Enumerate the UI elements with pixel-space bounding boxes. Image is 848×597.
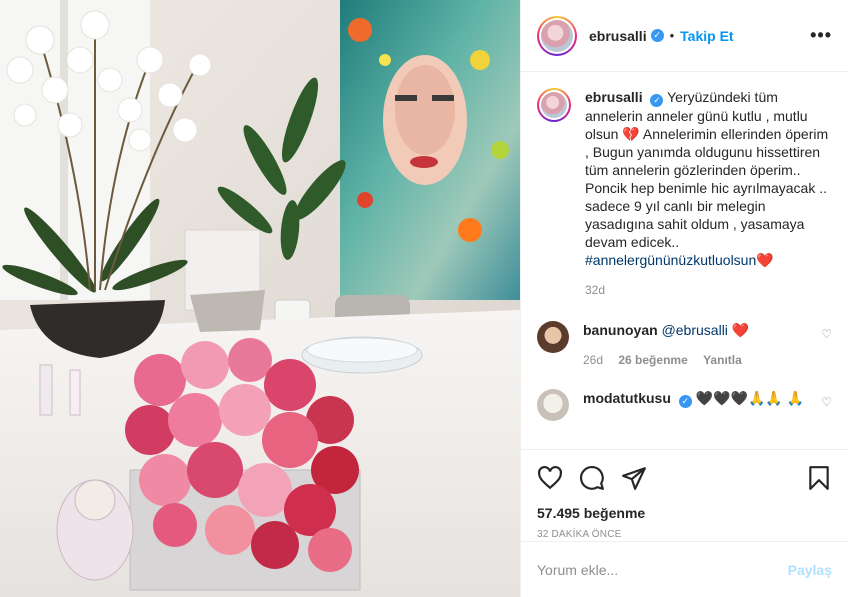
caption-age[interactable]: 32d [585,283,605,297]
author-avatar[interactable] [537,15,577,56]
post-header: ebrusalli ✓ • Takip Et ••• [521,0,848,72]
caption-meta: 32d [585,281,832,299]
follow-button[interactable]: Takip Et [680,28,733,44]
caption-avatar[interactable] [537,88,571,122]
comment-likes[interactable]: 26 beğenme [618,353,687,367]
post-comment-button[interactable]: Paylaş [788,562,832,578]
red-heart-emoji: ❤️ [756,252,774,268]
add-comment-bar: Paylaş [521,541,848,597]
commenter-avatar[interactable] [537,321,569,353]
verified-badge-icon: ✓ [650,29,664,42]
caption-username[interactable]: ebrusalli [585,89,643,105]
post-photo-illustration [0,0,520,597]
heart-icon[interactable] [537,465,563,491]
comments-list[interactable]: ebrusalli ✓ Yeryüzündeki tüm annelerin a… [521,72,848,449]
post-photo[interactable] [0,0,520,597]
share-icon[interactable] [621,465,647,491]
separator-dot: • [669,28,675,43]
commenter-avatar[interactable] [537,389,569,421]
caption-text-part-2: Annelerimin ellerinden öperim , Bugun ya… [585,126,829,250]
comment-icon[interactable] [579,465,605,491]
comment-text: 🖤🖤🖤🙏🙏 🙏 [695,390,805,406]
comment-like-heart-icon[interactable]: ♡ [821,327,832,341]
verified-badge-icon: ✓ [650,94,664,107]
verified-badge-icon: ✓ [678,395,692,408]
comment-heart-emoji: ❤️ [731,322,750,338]
comment-input[interactable] [537,561,788,578]
post-side-panel: ebrusalli ✓ • Takip Et ••• ebrusalli ✓ Y… [520,0,848,597]
post-timestamp[interactable]: 32 DAKİKA ÖNCE [521,521,848,540]
comment-mention[interactable]: @ebrusalli [662,322,728,338]
comment-item: banunoyan @ebrusalli ❤️ 26d 26 beğenme Y… [537,321,832,369]
action-bar [521,449,848,505]
comment-age[interactable]: 26d [583,353,603,367]
author-username[interactable]: ebrusalli [589,28,647,44]
caption: ebrusalli ✓ Yeryüzündeki tüm annelerin a… [537,88,832,299]
caption-hashtag[interactable]: #annelergününüzkutluolsun [585,252,756,268]
comment-like-heart-icon[interactable]: ♡ [821,395,832,409]
comment-username[interactable]: banunoyan [583,322,658,338]
bookmark-icon[interactable] [806,465,832,491]
comment-meta: 26d 26 beğenme Yanıtla [583,351,808,369]
instagram-post-view: ebrusalli ✓ • Takip Et ••• ebrusalli ✓ Y… [0,0,848,597]
broken-heart-emoji: 💔 [622,126,640,142]
reply-button[interactable]: Yanıtla [703,353,742,367]
more-options-icon[interactable]: ••• [810,25,832,46]
likes-count[interactable]: 57.495 beğenme [521,505,848,521]
comment-username[interactable]: modatutkusu [583,390,671,406]
comment-item: modatutkusu ✓ 🖤🖤🖤🙏🙏 🙏 ♡ [537,389,832,421]
